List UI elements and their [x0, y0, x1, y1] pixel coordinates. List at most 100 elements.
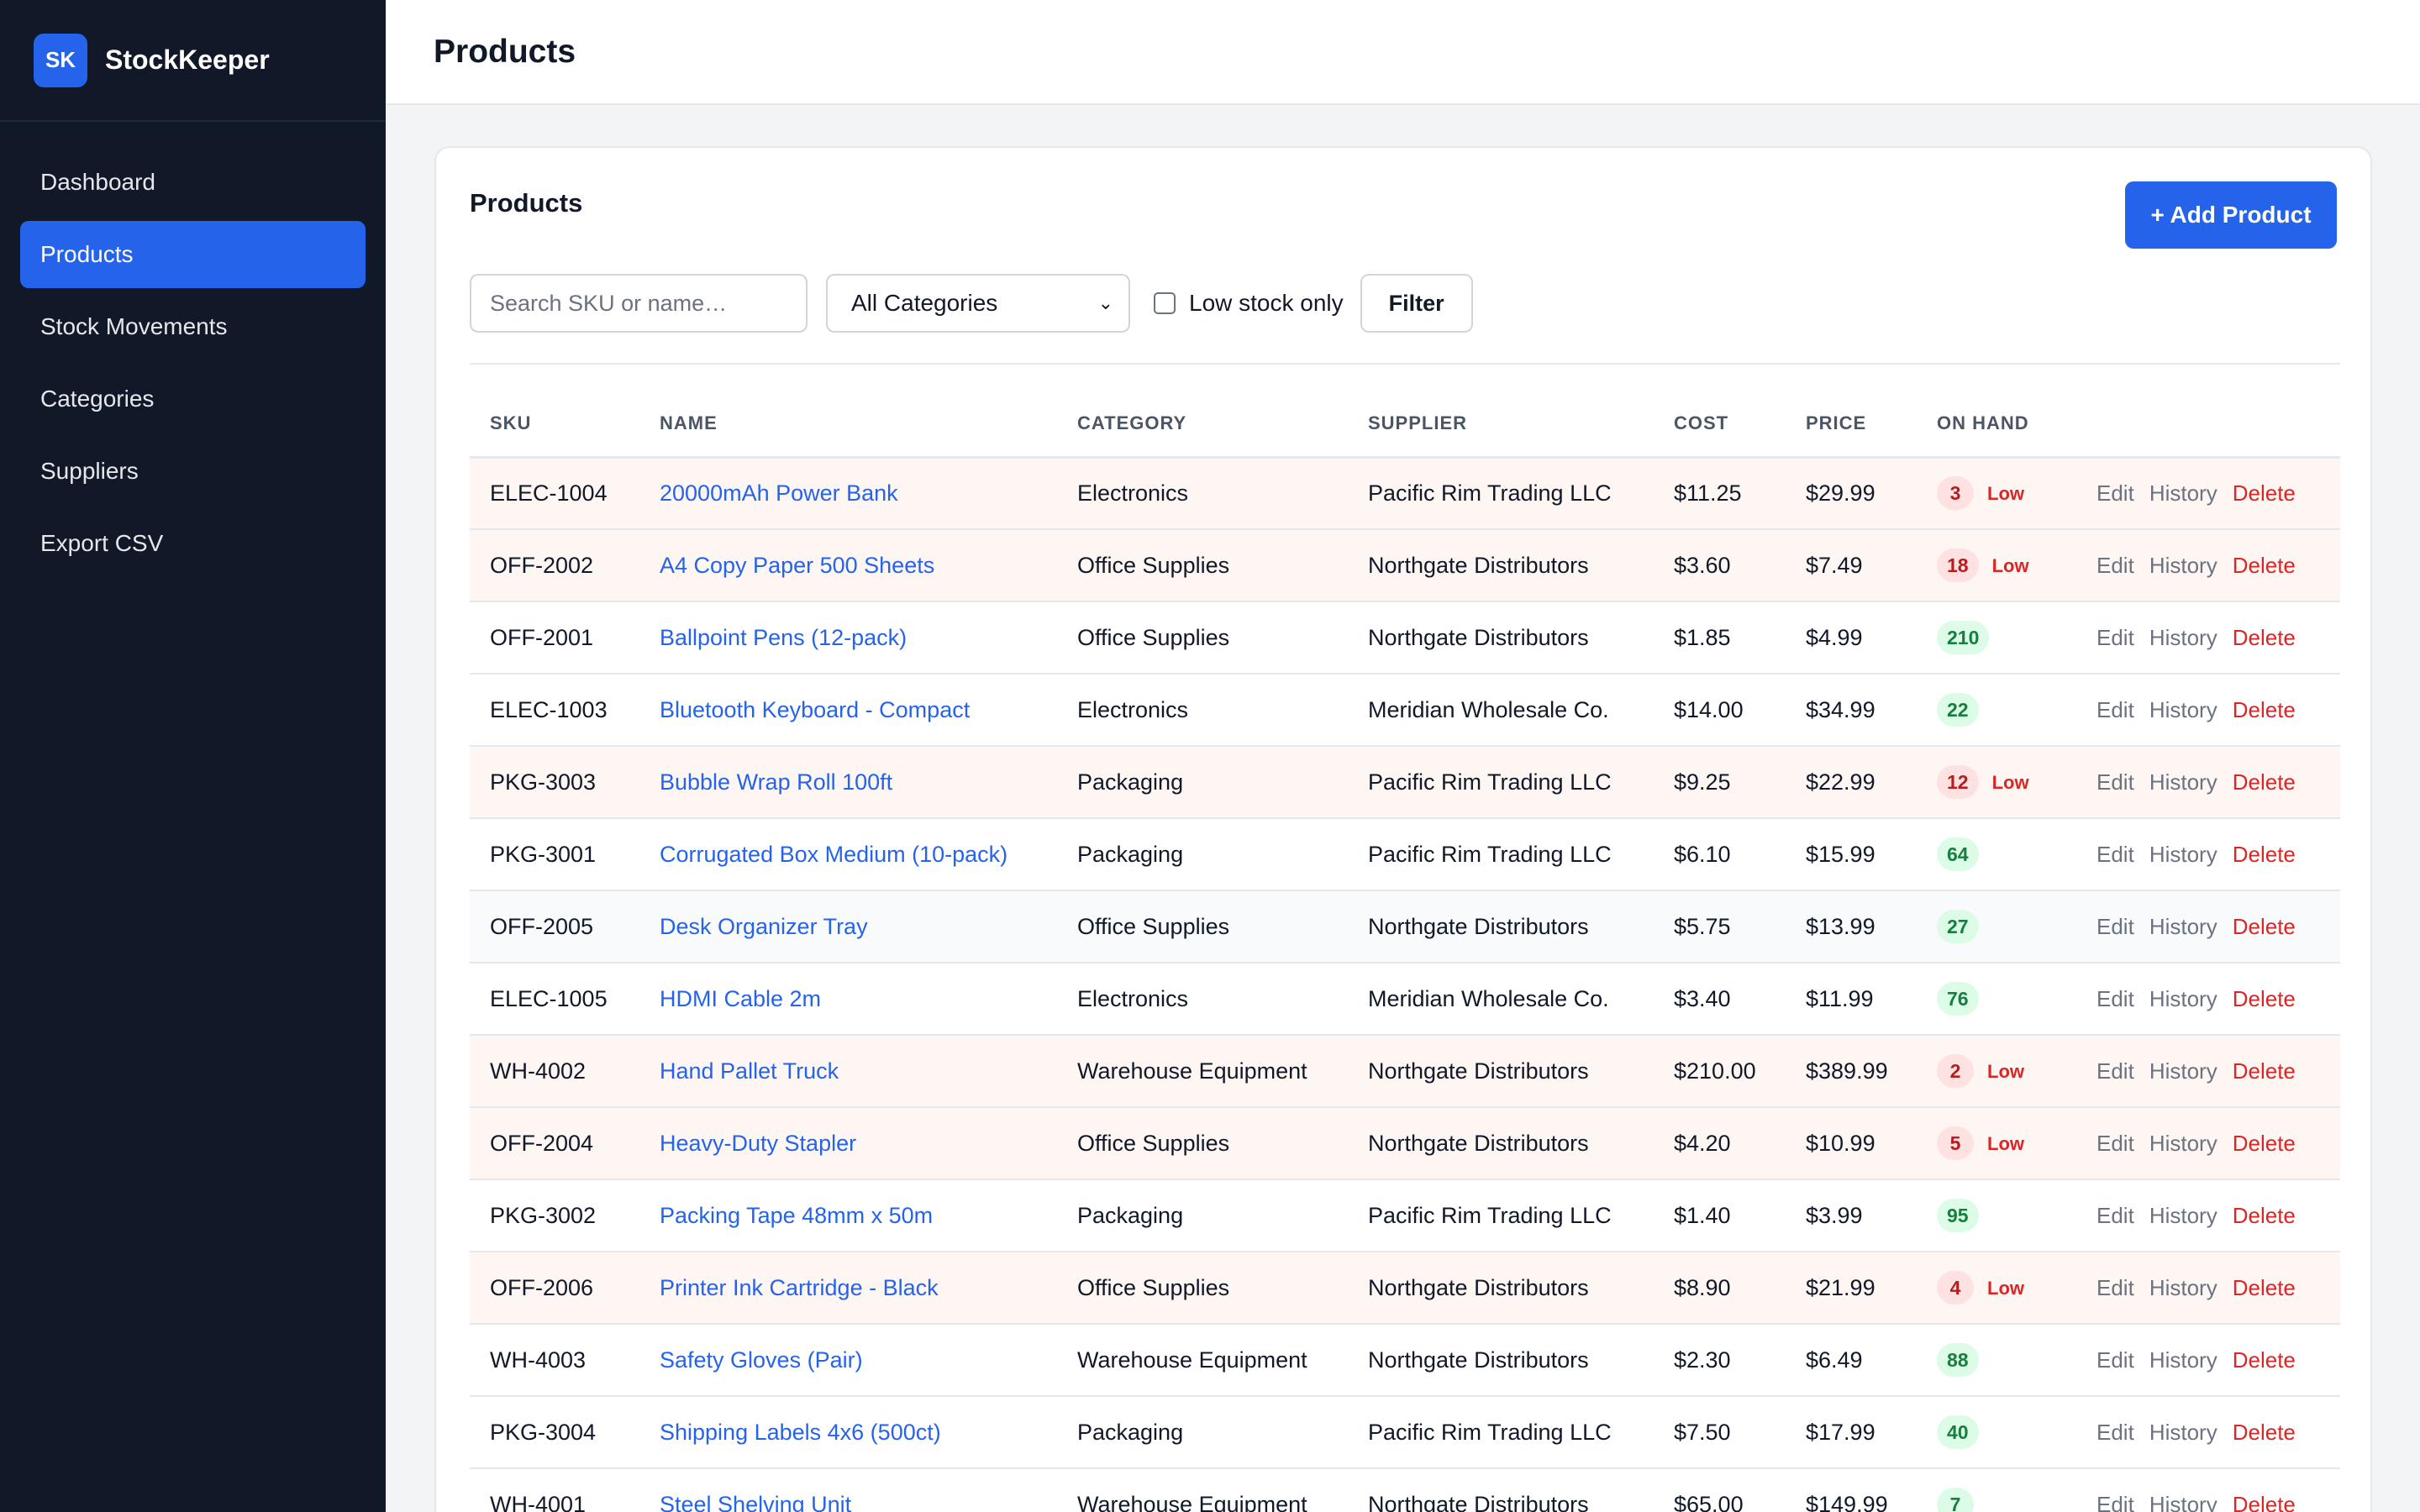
history-link[interactable]: History	[2149, 1347, 2217, 1373]
product-name-link[interactable]: Desk Organizer Tray	[660, 914, 868, 939]
edit-link[interactable]: Edit	[2096, 1492, 2134, 1512]
cell-name: HDMI Cable 2m	[639, 963, 1057, 1036]
add-product-button[interactable]: + Add Product	[2125, 181, 2337, 249]
history-link[interactable]: History	[2149, 842, 2217, 867]
cell-on-hand: 40	[1917, 1396, 2076, 1469]
category-select[interactable]: All Categories ⌄	[826, 274, 1130, 333]
edit-link[interactable]: Edit	[2096, 986, 2134, 1011]
edit-link[interactable]: Edit	[2096, 842, 2134, 867]
product-name-link[interactable]: Safety Gloves (Pair)	[660, 1347, 863, 1373]
on-hand-badge: 12	[1937, 765, 1979, 799]
history-link[interactable]: History	[2149, 1275, 2217, 1300]
product-name-link[interactable]: Packing Tape 48mm x 50m	[660, 1203, 933, 1228]
cell-actions: Edit History Delete	[2076, 1324, 2340, 1397]
product-name-link[interactable]: Hand Pallet Truck	[660, 1058, 839, 1084]
column-header-sku[interactable]: SKU	[470, 391, 639, 459]
chevron-down-icon: ⌄	[1097, 292, 1113, 313]
cell-actions: Edit History Delete	[2076, 1252, 2340, 1325]
cell-sku: WH-4001	[470, 1468, 639, 1512]
product-name-link[interactable]: Bluetooth Keyboard - Compact	[660, 697, 970, 722]
table-row: OFF-2001 Ballpoint Pens (12-pack) Office S…	[470, 601, 2340, 675]
cell-price: $11.99	[1786, 963, 1917, 1036]
edit-link[interactable]: Edit	[2096, 1420, 2134, 1445]
cell-on-hand: 3 Low	[1917, 457, 2076, 530]
product-name-link[interactable]: Steel Shelving Unit	[660, 1492, 851, 1512]
history-link[interactable]: History	[2149, 986, 2217, 1011]
product-name-link[interactable]: 20000mAh Power Bank	[660, 480, 898, 506]
delete-link[interactable]: Delete	[2233, 1347, 2296, 1373]
delete-link[interactable]: Delete	[2233, 480, 2296, 506]
column-header-name[interactable]: NAME	[639, 391, 1057, 459]
cell-actions: Edit History Delete	[2076, 963, 2340, 1036]
sidebar-item-dashboard[interactable]: Dashboard	[20, 149, 366, 216]
delete-link[interactable]: Delete	[2233, 914, 2296, 939]
cell-supplier: Northgate Distributors	[1348, 1468, 1654, 1512]
history-link[interactable]: History	[2149, 914, 2217, 939]
search-input[interactable]	[470, 274, 808, 333]
edit-link[interactable]: Edit	[2096, 1203, 2134, 1228]
edit-link[interactable]: Edit	[2096, 1058, 2134, 1084]
sidebar-item-products[interactable]: Products	[20, 221, 366, 288]
low-stock-checkbox[interactable]	[1154, 292, 1176, 314]
history-link[interactable]: History	[2149, 1203, 2217, 1228]
delete-link[interactable]: Delete	[2233, 697, 2296, 722]
edit-link[interactable]: Edit	[2096, 553, 2134, 578]
history-link[interactable]: History	[2149, 697, 2217, 722]
delete-link[interactable]: Delete	[2233, 1058, 2296, 1084]
history-link[interactable]: History	[2149, 553, 2217, 578]
sidebar-item-suppliers[interactable]: Suppliers	[20, 438, 366, 505]
product-name-link[interactable]: HDMI Cable 2m	[660, 986, 821, 1011]
edit-link[interactable]: Edit	[2096, 625, 2134, 650]
edit-link[interactable]: Edit	[2096, 480, 2134, 506]
history-link[interactable]: History	[2149, 1492, 2217, 1512]
delete-link[interactable]: Delete	[2233, 1275, 2296, 1300]
column-header-on-hand[interactable]: ON HAND	[1917, 391, 2076, 459]
cell-price: $7.49	[1786, 529, 1917, 602]
history-link[interactable]: History	[2149, 1058, 2217, 1084]
product-name-link[interactable]: A4 Copy Paper 500 Sheets	[660, 553, 934, 578]
cell-on-hand: 76	[1917, 963, 2076, 1036]
product-name-link[interactable]: Corrugated Box Medium (10-pack)	[660, 842, 1007, 867]
edit-link[interactable]: Edit	[2096, 1275, 2134, 1300]
edit-link[interactable]: Edit	[2096, 914, 2134, 939]
brand[interactable]: SK StockKeeper	[0, 0, 386, 122]
sidebar-item-export-csv[interactable]: Export CSV	[20, 510, 366, 577]
delete-link[interactable]: Delete	[2233, 986, 2296, 1011]
column-header-category[interactable]: CATEGORY	[1057, 391, 1348, 459]
history-link[interactable]: History	[2149, 1420, 2217, 1445]
history-link[interactable]: History	[2149, 625, 2217, 650]
sidebar-item-categories[interactable]: Categories	[20, 365, 366, 433]
product-name-link[interactable]: Ballpoint Pens (12-pack)	[660, 625, 907, 650]
delete-link[interactable]: Delete	[2233, 842, 2296, 867]
history-link[interactable]: History	[2149, 769, 2217, 795]
filter-button[interactable]: Filter	[1360, 274, 1473, 333]
edit-link[interactable]: Edit	[2096, 769, 2134, 795]
delete-link[interactable]: Delete	[2233, 553, 2296, 578]
delete-link[interactable]: Delete	[2233, 1420, 2296, 1445]
edit-link[interactable]: Edit	[2096, 697, 2134, 722]
cell-name: Corrugated Box Medium (10-pack)	[639, 818, 1057, 891]
product-name-link[interactable]: Bubble Wrap Roll 100ft	[660, 769, 892, 795]
product-name-link[interactable]: Printer Ink Cartridge - Black	[660, 1275, 939, 1300]
table-row: WH-4002 Hand Pallet Truck Warehouse Equipm…	[470, 1035, 2340, 1108]
delete-link[interactable]: Delete	[2233, 625, 2296, 650]
sidebar-item-stock-movements[interactable]: Stock Movements	[20, 293, 366, 360]
delete-link[interactable]: Delete	[2233, 1203, 2296, 1228]
delete-link[interactable]: Delete	[2233, 1492, 2296, 1512]
column-header-supplier[interactable]: SUPPLIER	[1348, 391, 1654, 459]
column-header-price[interactable]: PRICE	[1786, 391, 1917, 459]
cell-supplier: Pacific Rim Trading LLC	[1348, 1179, 1654, 1252]
sidebar-nav: Dashboard Products Stock Movements Categ…	[0, 122, 386, 577]
history-link[interactable]: History	[2149, 480, 2217, 506]
edit-link[interactable]: Edit	[2096, 1131, 2134, 1156]
low-stock-toggle[interactable]: Low stock only	[1154, 290, 1344, 317]
product-name-link[interactable]: Shipping Labels 4x6 (500ct)	[660, 1420, 941, 1445]
history-link[interactable]: History	[2149, 1131, 2217, 1156]
cell-name: Steel Shelving Unit	[639, 1468, 1057, 1512]
delete-link[interactable]: Delete	[2233, 769, 2296, 795]
edit-link[interactable]: Edit	[2096, 1347, 2134, 1373]
delete-link[interactable]: Delete	[2233, 1131, 2296, 1156]
column-header-cost[interactable]: COST	[1654, 391, 1786, 459]
cell-sku: WH-4002	[470, 1035, 639, 1108]
product-name-link[interactable]: Heavy-Duty Stapler	[660, 1131, 856, 1156]
